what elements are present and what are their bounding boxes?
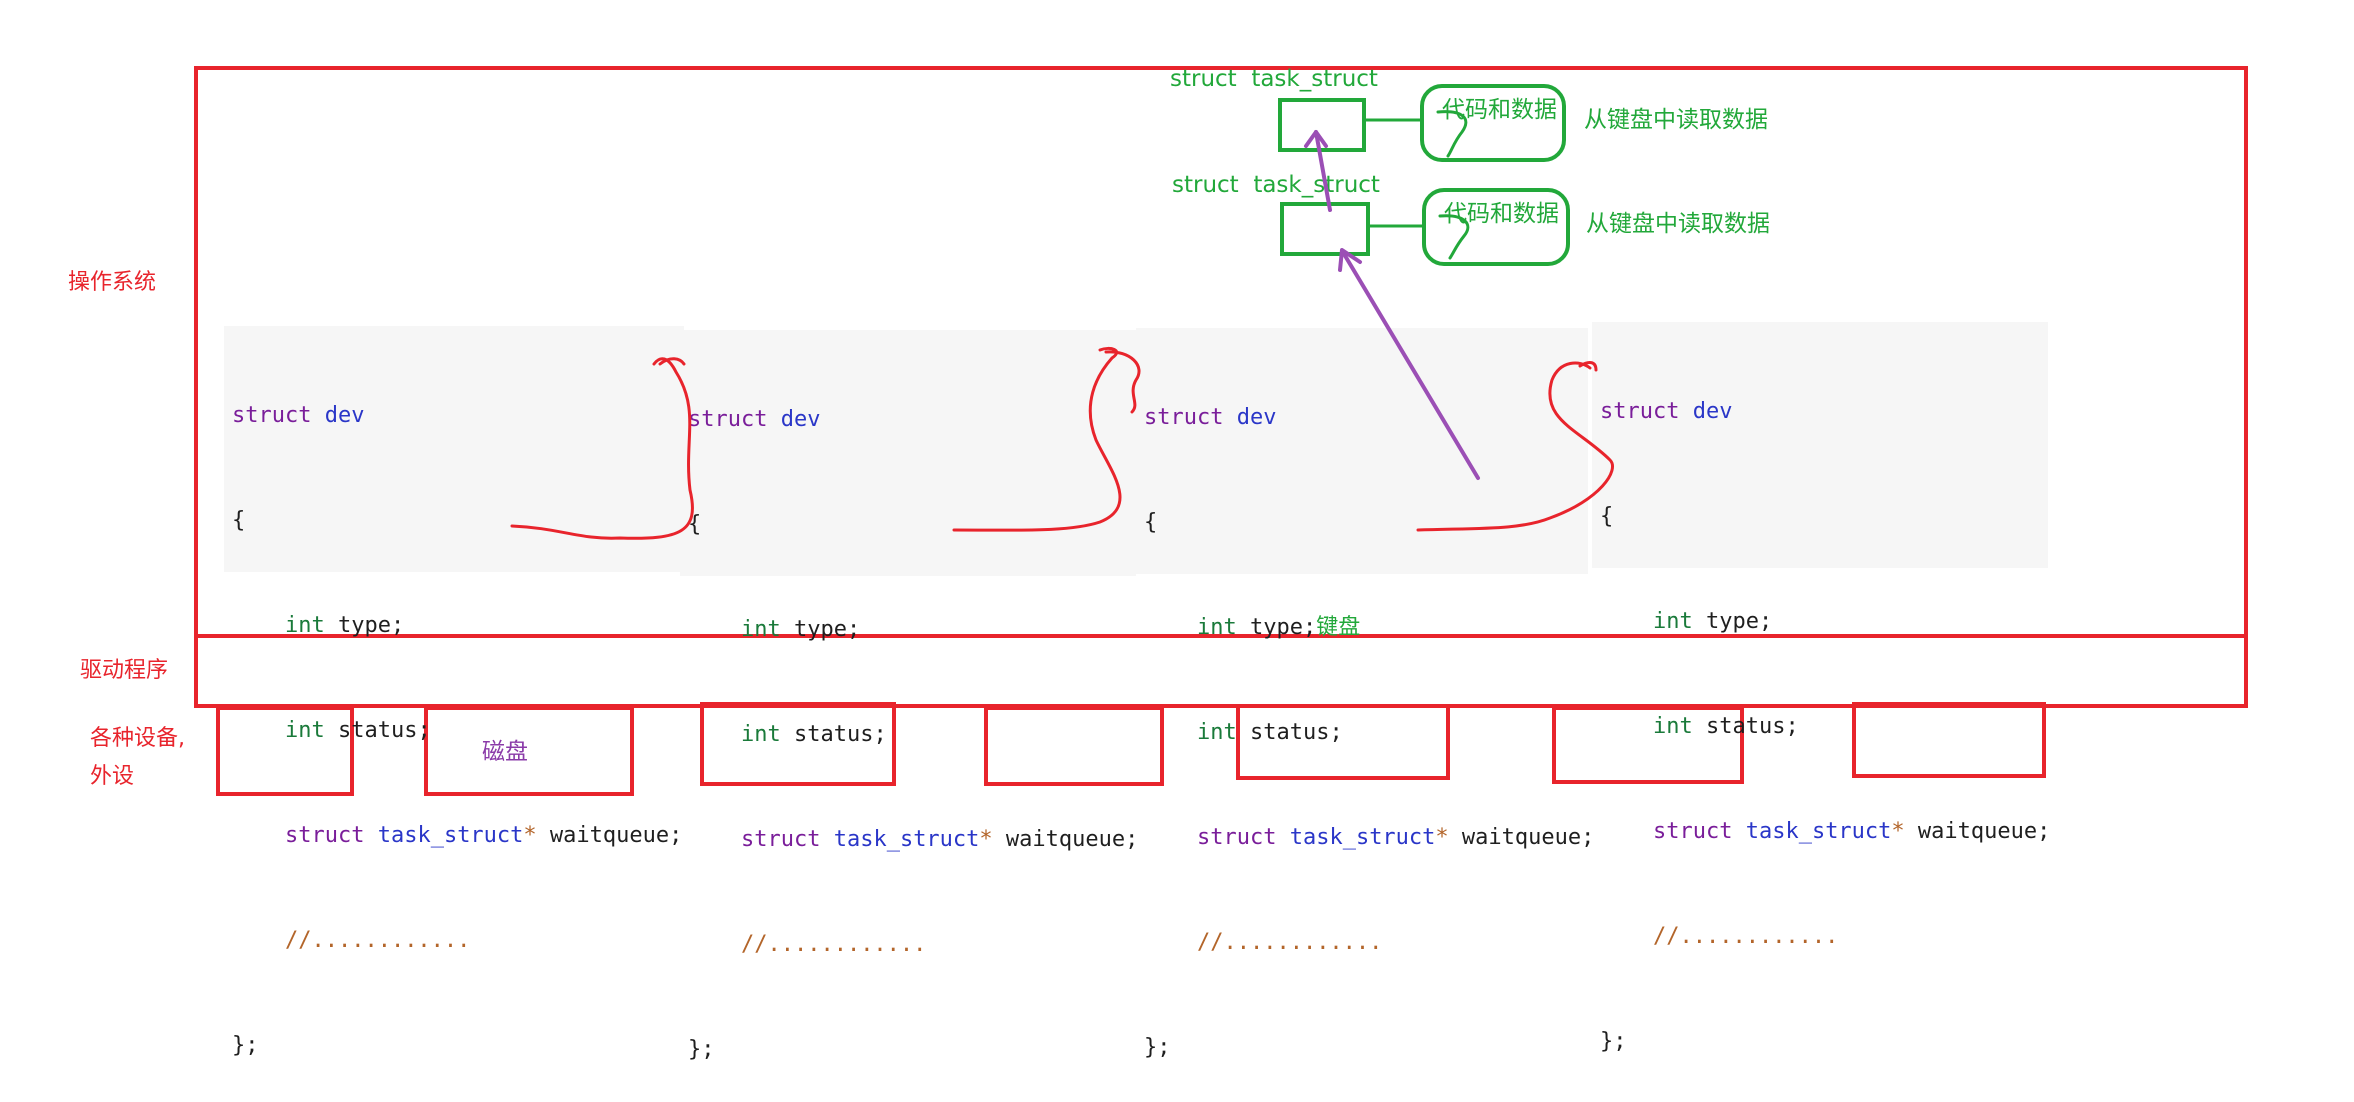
code-brace-close: };	[688, 1037, 715, 1062]
code-comment: //............	[284, 928, 471, 953]
waitqueue-link-2	[952, 346, 1122, 532]
green-curl-2	[1438, 214, 1470, 260]
code-comment: //............	[740, 932, 927, 957]
code-brace-close: };	[1600, 1029, 1627, 1054]
green-curl-1	[1436, 110, 1468, 158]
pointer-arrow-shaft	[1342, 252, 1480, 480]
code-brace-close: };	[232, 1033, 259, 1058]
code-comment: //............	[1652, 924, 1839, 949]
waitqueue-link-1	[510, 357, 694, 540]
code-brace-close: };	[1144, 1035, 1171, 1060]
hand-drawn-annotations	[510, 110, 1614, 540]
waitqueue-link-3	[1416, 361, 1614, 532]
code-comment: //............	[1196, 930, 1383, 955]
